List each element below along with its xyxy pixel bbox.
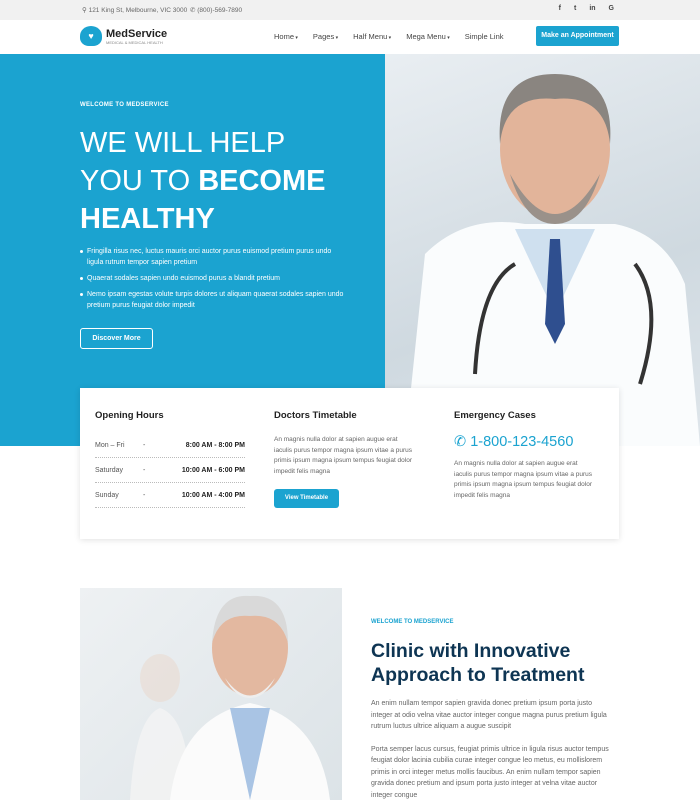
hero-bullets: Fringilla risus nec, luctus mauris orci … <box>80 246 345 316</box>
menu: Home Pages Half Menu Mega Menu Simple Li… <box>274 32 504 41</box>
hours-row: Mon – Fri - 8:00 AM - 8:00 PM <box>95 433 245 458</box>
list-item: Nemo ipsam egestas volute turpis dolores… <box>80 289 345 311</box>
menu-simple-link[interactable]: Simple Link <box>465 32 504 41</box>
emergency-text: An magnis nulla dolor at sapien augue er… <box>454 460 593 499</box>
opening-hours: Opening Hours Mon – Fri - 8:00 AM - 8:00 P… <box>95 410 245 508</box>
separator: - <box>143 491 146 499</box>
brand-tagline: MEDICAL & MEDICAL HEALTH <box>106 39 163 45</box>
facebook-icon[interactable]: f <box>559 5 561 12</box>
about-title: Clinic with Innovative Approach to Treat… <box>371 640 585 686</box>
info-card: Opening Hours Mon – Fri - 8:00 AM - 8:00 P… <box>80 388 619 539</box>
about-section: WELCOME TO MEDSERVICE Clinic with Innova… <box>371 619 611 801</box>
emergency-phone-number: 1-800-123-4560 <box>470 434 574 450</box>
about-paragraph: Porta semper lacus cursus, feugiat primi… <box>371 745 609 799</box>
phone-icon: ✆ <box>454 434 467 450</box>
phone: ✆ (800)-569-7890 <box>190 7 243 14</box>
opening-hours-title: Opening Hours <box>95 410 164 421</box>
title-line: HEALTHY <box>80 203 215 235</box>
top-bar: ⚲ 121 King St, Melbourne, VIC 3000 ✆ (80… <box>0 0 700 20</box>
hero-eyebrow: WELCOME TO MEDSERVICE <box>80 102 169 108</box>
emergency-phone[interactable]: ✆ 1-800-123-4560 <box>454 434 594 450</box>
time: 8:00 AM - 8:00 PM <box>185 441 245 449</box>
title-bold: BECOME <box>198 165 326 197</box>
timetable-title: Doctors Timetable <box>274 410 357 421</box>
separator: - <box>143 441 146 449</box>
senior-doctor-photo <box>80 588 342 800</box>
logo[interactable]: ♥ MedService MEDICAL & MEDICAL HEALTH <box>80 26 167 46</box>
emergency-title: Emergency Cases <box>454 410 536 421</box>
menu-pages[interactable]: Pages <box>313 32 338 41</box>
timetable-text: An magnis nulla dolor at sapien augue er… <box>274 436 413 475</box>
list-item: Fringilla risus nec, luctus mauris orci … <box>80 246 345 268</box>
day: Mon – Fri <box>95 441 125 449</box>
time: 10:00 AM - 4:00 PM <box>181 491 245 499</box>
hero-title: WE WILL HELP YOU TO BECOME HEALTHY <box>80 124 380 238</box>
heart-pulse-icon: ♥ <box>80 26 102 46</box>
appointment-button[interactable]: Make an Appointment <box>536 26 619 46</box>
title-line: WE WILL HELP <box>80 127 286 159</box>
discover-more-button[interactable]: Discover More <box>80 328 153 349</box>
time: 10:00 AM - 6:00 PM <box>181 466 245 474</box>
doctors-timetable: Doctors Timetable An magnis nulla dolor … <box>274 410 414 508</box>
about-paragraph: An enim nullam tempor sapien gravida don… <box>371 700 607 730</box>
main-nav: ♥ MedService MEDICAL & MEDICAL HEALTH Hom… <box>0 20 700 54</box>
linkedin-icon[interactable]: in <box>589 5 595 12</box>
social-links: f t in G <box>559 5 614 12</box>
about-eyebrow: WELCOME TO MEDSERVICE <box>371 619 454 625</box>
menu-home[interactable]: Home <box>274 32 298 41</box>
google-icon[interactable]: G <box>609 5 614 12</box>
list-item: Quaerat sodales sapien undo euismod puru… <box>80 273 345 284</box>
day: Saturday <box>95 466 124 474</box>
hours-row: Sunday - 10:00 AM - 4:00 PM <box>95 483 245 508</box>
separator: - <box>143 466 146 474</box>
emergency-cases: Emergency Cases ✆ 1-800-123-4560 An magn… <box>454 410 594 501</box>
address: ⚲ 121 King St, Melbourne, VIC 3000 <box>82 7 188 14</box>
hours-row: Saturday - 10:00 AM - 6:00 PM <box>95 458 245 483</box>
day: Sunday <box>95 491 119 499</box>
view-timetable-button[interactable]: View Timetable <box>274 489 339 508</box>
doctor-illustration <box>130 595 330 800</box>
menu-half-menu[interactable]: Half Menu <box>353 32 391 41</box>
address-text: 121 King St, Melbourne, VIC 3000 <box>88 7 188 14</box>
twitter-icon[interactable]: t <box>574 5 576 12</box>
menu-mega-menu[interactable]: Mega Menu <box>406 32 450 41</box>
brand-name: MedService <box>106 27 168 40</box>
title-line: YOU TO <box>80 165 199 197</box>
phone-text: (800)-569-7890 <box>197 7 243 14</box>
